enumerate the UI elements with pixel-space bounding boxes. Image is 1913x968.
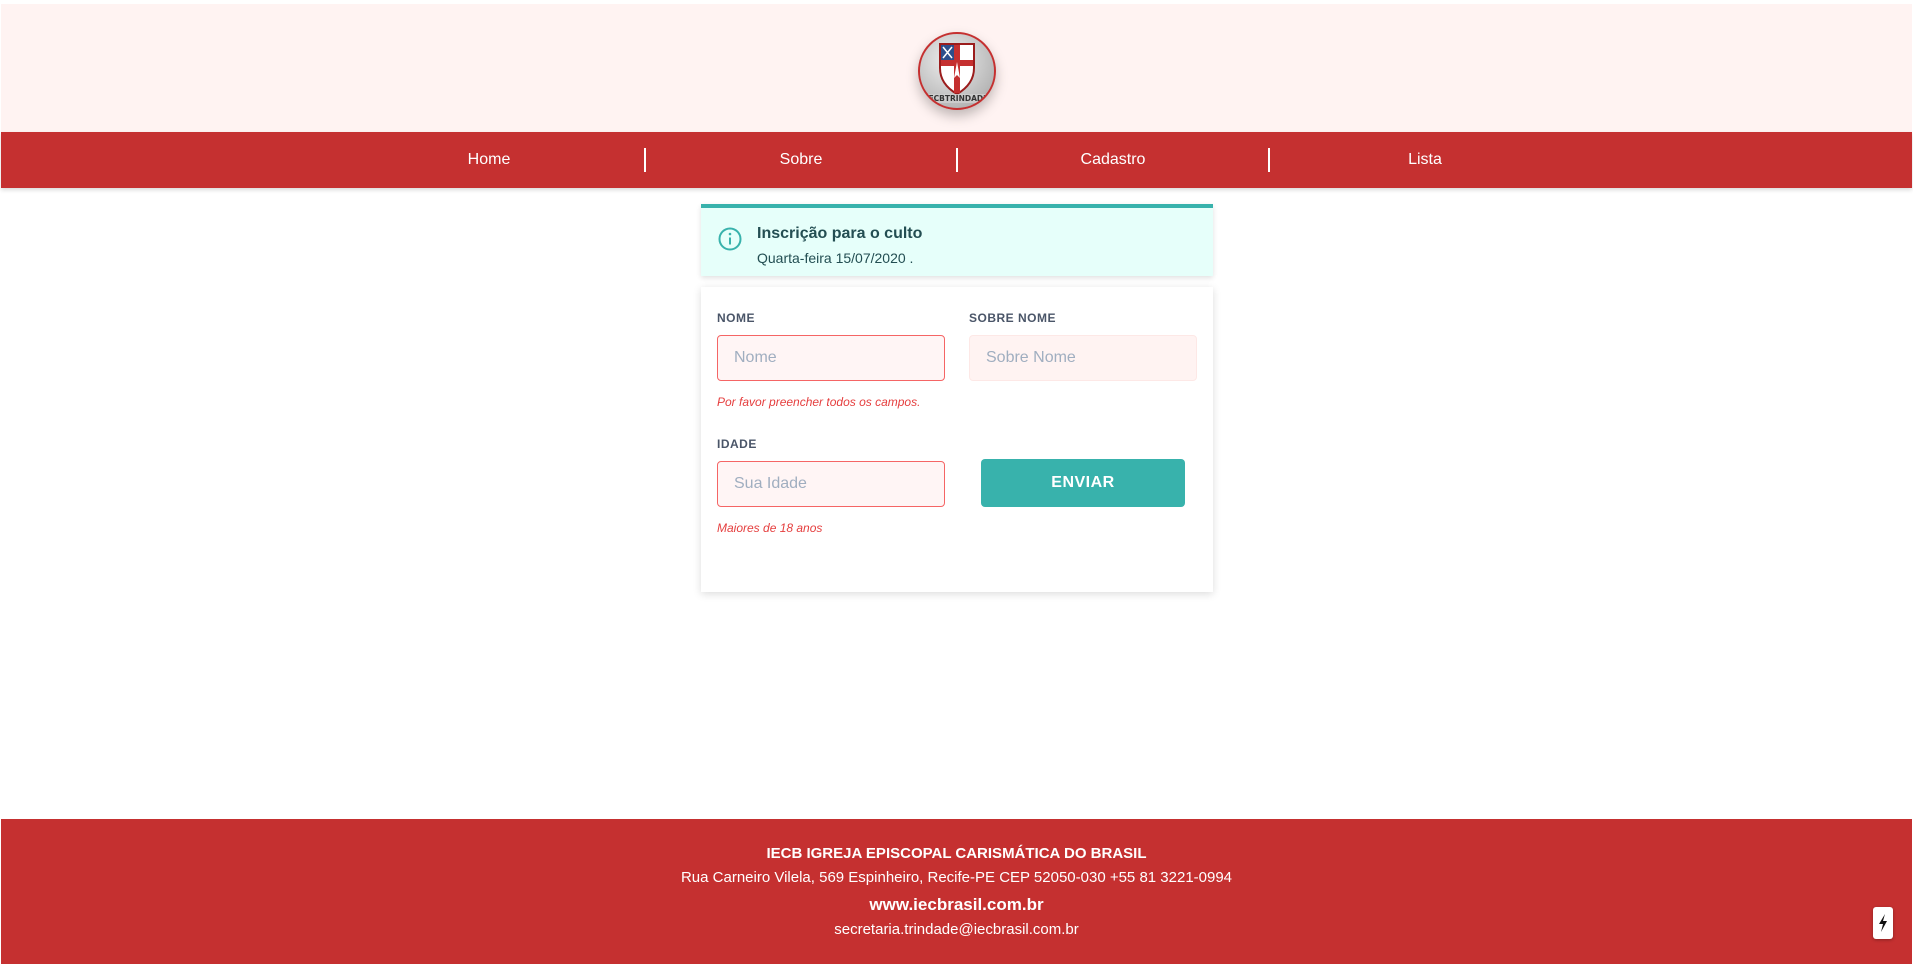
idade-input[interactable] [717,461,945,507]
alert-text: Quarta-feira 15/07/2020 . [757,250,914,266]
registration-form: NOME Por favor preencher todos os campos… [701,287,1213,592]
enviar-button[interactable]: ENVIAR [981,459,1185,507]
info-circle-icon [718,227,742,251]
shield-icon: IECBTRINDADE [926,43,988,103]
lightning-bolt-icon [1879,914,1887,932]
church-logo[interactable]: IECBTRINDADE [918,32,996,110]
nav-item-cadastro[interactable]: Cadastro [957,132,1269,188]
idade-label: IDADE [717,437,757,451]
main-nav: Home Sobre Cadastro Lista [1,132,1912,188]
nome-error-message: Por favor preencher todos os campos. [717,395,921,409]
nav-item-sobre[interactable]: Sobre [645,132,957,188]
footer-address: Rua Carneiro Vilela, 569 Espinheiro, Rec… [680,869,1233,886]
nome-label: NOME [717,311,755,325]
info-alert: Inscrição para o culto Quarta-feira 15/0… [701,204,1213,276]
sobrenome-label: SOBRE NOME [969,311,1057,325]
nav-item-home[interactable]: Home [333,132,645,188]
nome-input[interactable] [717,335,945,381]
floating-action-button[interactable] [1873,907,1893,939]
footer-email-link[interactable]: secretaria.trindade@iecbrasil.com.br [1,921,1912,938]
footer-org-name: IECB IGREJA EPISCOPAL CARISMÁTICA DO BRA… [766,845,1147,862]
header: IECBTRINDADE [1,4,1912,132]
footer: IECB IGREJA EPISCOPAL CARISMÁTICA DO BRA… [1,819,1912,964]
idade-hint: Maiores de 18 anos [717,521,823,535]
footer-website-link[interactable]: www.iecbrasil.com.br [1,895,1912,915]
sobrenome-input[interactable] [969,335,1197,381]
page: IECBTRINDADE Home Sobre Cadastro Lista I… [0,0,1913,968]
nav-item-lista[interactable]: Lista [1269,132,1581,188]
logo-text: IECBTRINDADE [926,94,988,103]
alert-title: Inscrição para o culto [757,225,923,242]
